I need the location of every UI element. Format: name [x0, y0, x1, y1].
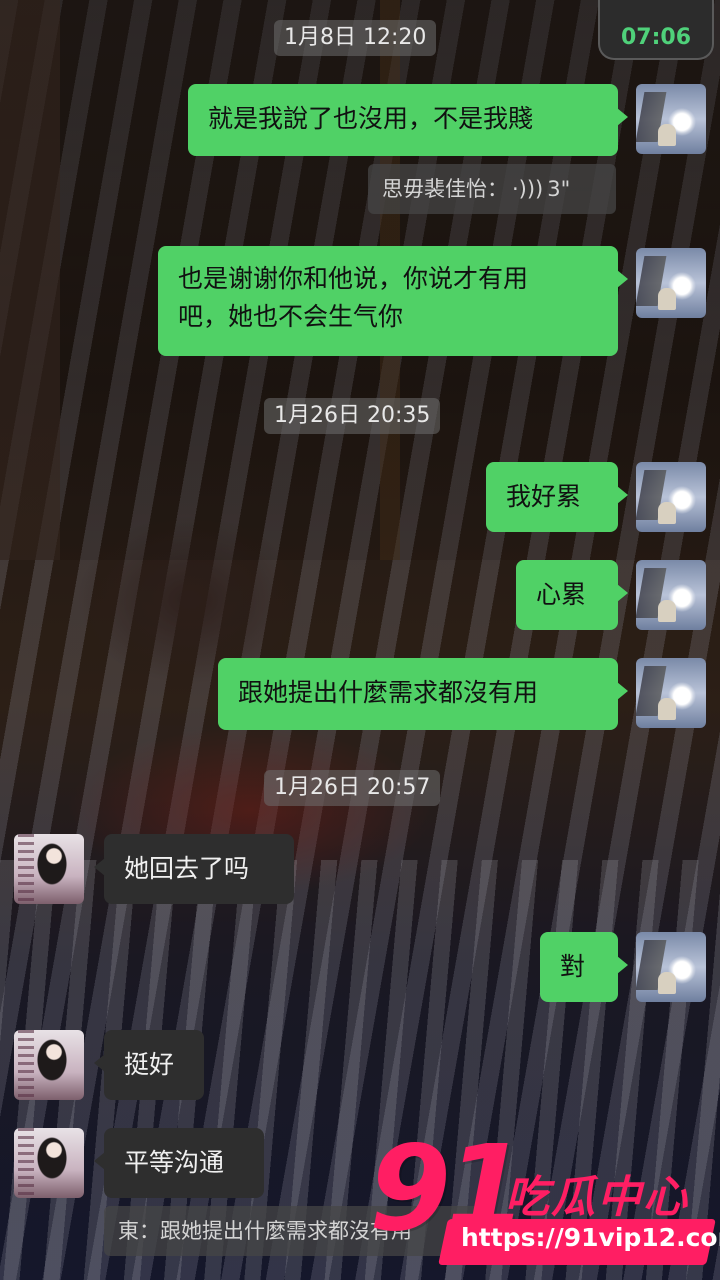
- my-avatar[interactable]: [636, 658, 706, 728]
- my-avatar[interactable]: [636, 462, 706, 532]
- watermark-title: 吃瓜中心: [505, 1172, 689, 1223]
- my-avatar[interactable]: [636, 560, 706, 630]
- site-watermark: 91 吃瓜中心 https://91vip12.com: [365, 1119, 720, 1275]
- received-message-bubble[interactable]: 挺好: [94, 1030, 204, 1100]
- sent-message-bubble[interactable]: 心累: [516, 560, 628, 630]
- my-avatar[interactable]: [636, 932, 706, 1002]
- received-message-bubble[interactable]: 她回去了吗: [94, 834, 294, 904]
- message-text-line: 也是谢谢你和他说，你说才有用: [178, 264, 529, 293]
- my-avatar[interactable]: [636, 248, 706, 318]
- voice-duration: 3": [547, 177, 571, 201]
- sent-message-bubble[interactable]: 就是我說了也沒用，不是我賤: [188, 84, 628, 156]
- contact-avatar[interactable]: [14, 1128, 84, 1198]
- quoted-voice-message[interactable]: 思毋裴佳怡： ·))) 3": [368, 164, 616, 214]
- quote-sender: 思毋裴佳怡：: [382, 177, 508, 201]
- sent-message-bubble[interactable]: 對: [540, 932, 628, 1002]
- sent-message-bubble[interactable]: 我好累: [486, 462, 628, 532]
- message-text: 平等沟通: [124, 1148, 225, 1177]
- contact-avatar[interactable]: [14, 1030, 84, 1100]
- watermark-url: https://91vip12.com: [461, 1223, 720, 1252]
- sent-message-bubble[interactable]: 也是谢谢你和他说，你说才有用 吧，她也不会生气你: [158, 246, 628, 356]
- timestamp: 1月8日 12:20: [274, 20, 437, 56]
- call-timer-text: 07:06: [620, 25, 692, 50]
- timestamp: 1月26日 20:35: [264, 398, 441, 434]
- voice-wave-icon: ·))): [512, 177, 544, 201]
- message-text: 心累: [536, 580, 587, 609]
- timestamp: 1月26日 20:57: [264, 770, 441, 806]
- my-avatar[interactable]: [636, 84, 706, 154]
- message-text: 就是我說了也沒用，不是我賤: [208, 104, 534, 133]
- message-text: 她回去了吗: [124, 854, 250, 883]
- received-message-bubble[interactable]: 平等沟通: [94, 1128, 264, 1198]
- call-timer-pill[interactable]: 07:06: [598, 0, 714, 60]
- sent-message-bubble[interactable]: 跟她提出什麼需求都沒有用: [218, 658, 628, 730]
- contact-avatar[interactable]: [14, 834, 84, 904]
- message-text: 挺好: [124, 1050, 175, 1079]
- message-text-line: 吧，她也不会生气你: [178, 302, 404, 331]
- message-text: 跟她提出什麼需求都沒有用: [238, 678, 539, 707]
- message-text: 我好累: [506, 482, 582, 511]
- message-text: 對: [560, 952, 586, 981]
